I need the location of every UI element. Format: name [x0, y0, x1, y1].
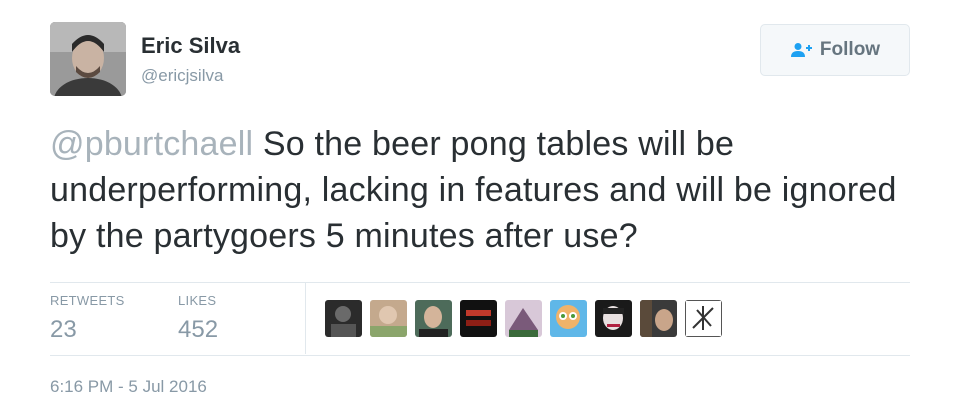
- retweets-label[interactable]: RETWEETS: [50, 293, 125, 308]
- liker-avatar[interactable]: [415, 300, 452, 337]
- liker-avatar[interactable]: [640, 300, 677, 337]
- stats-vertical-divider: [305, 282, 306, 354]
- liker-avatar-image: [415, 300, 452, 337]
- liker-avatar[interactable]: [325, 300, 362, 337]
- liker-avatar-image: [640, 300, 677, 337]
- likes-label[interactable]: LIKES: [178, 293, 216, 308]
- tweet-text: @pburtchaell So the beer pong tables wil…: [50, 121, 930, 259]
- tweet-mention-link[interactable]: @pburtchaell: [50, 125, 253, 163]
- author-handle[interactable]: @ericjsilva: [141, 66, 223, 86]
- stats-bottom-divider: [50, 355, 910, 356]
- liker-avatar-image: [325, 300, 362, 337]
- tweet-timestamp[interactable]: 6:16 PM - 5 Jul 2016: [50, 377, 207, 397]
- liker-avatar-image: [685, 300, 722, 337]
- liker-avatar-image: [505, 300, 542, 337]
- likers-avatar-list: [325, 300, 722, 337]
- follow-button[interactable]: Follow: [760, 24, 910, 76]
- liker-avatar[interactable]: [370, 300, 407, 337]
- liker-avatar[interactable]: [505, 300, 542, 337]
- liker-avatar[interactable]: [595, 300, 632, 337]
- stats-top-divider: [50, 282, 910, 283]
- author-avatar[interactable]: [50, 22, 126, 96]
- liker-avatar-image: [460, 300, 497, 337]
- liker-avatar-image: [595, 300, 632, 337]
- liker-avatar[interactable]: [685, 300, 722, 337]
- avatar-image: [50, 22, 126, 96]
- liker-avatar[interactable]: [460, 300, 497, 337]
- likes-count[interactable]: 452: [178, 316, 218, 344]
- author-name[interactable]: Eric Silva: [141, 33, 240, 59]
- follow-button-label: Follow: [819, 39, 881, 60]
- liker-avatar[interactable]: [550, 300, 587, 337]
- liker-avatar-image: [370, 300, 407, 337]
- add-user-icon: [790, 43, 812, 57]
- retweets-count[interactable]: 23: [50, 316, 77, 344]
- liker-avatar-image: [550, 300, 587, 337]
